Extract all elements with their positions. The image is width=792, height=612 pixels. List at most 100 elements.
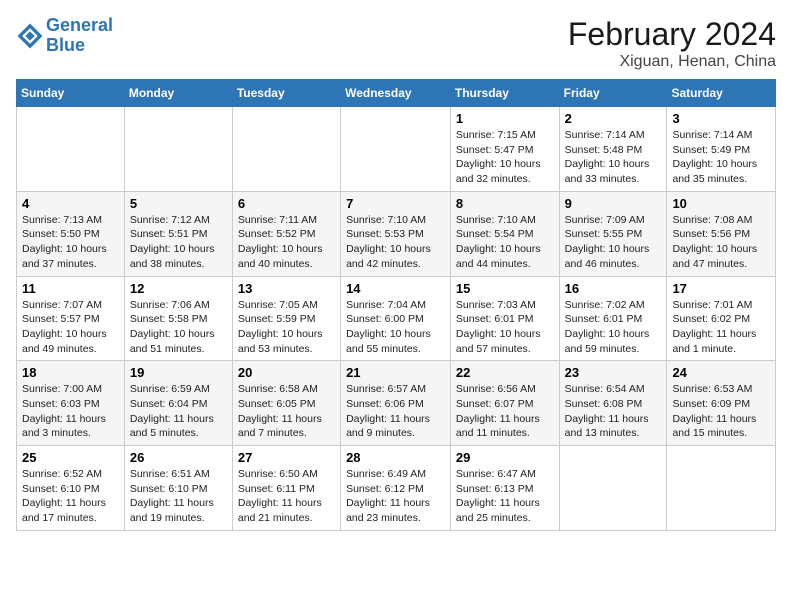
day-number: 22: [456, 365, 554, 380]
calendar-cell: 18 Sunrise: 7:00 AMSunset: 6:03 PMDayligh…: [17, 361, 125, 446]
calendar-cell: 26 Sunrise: 6:51 AMSunset: 6:10 PMDayligh…: [124, 446, 232, 531]
day-number: 27: [238, 450, 335, 465]
day-number: 12: [130, 281, 227, 296]
day-number: 21: [346, 365, 445, 380]
calendar-cell: 4Sunrise: 7:13 AMSunset: 5:50 PMDaylight…: [17, 191, 125, 276]
day-info: Sunrise: 6:47 AMSunset: 6:13 PMDaylight:…: [456, 467, 554, 526]
day-info: Sunrise: 7:05 AMSunset: 5:59 PMDaylight:…: [238, 298, 335, 357]
day-info: Sunrise: 7:10 AMSunset: 5:53 PMDaylight:…: [346, 213, 445, 272]
calendar-table: SundayMondayTuesdayWednesdayThursdayFrid…: [16, 79, 776, 531]
day-number: 19: [130, 365, 227, 380]
logo-general: General: [46, 15, 113, 35]
day-info: Sunrise: 7:10 AMSunset: 5:54 PMDaylight:…: [456, 213, 554, 272]
day-number: 9: [565, 196, 662, 211]
day-info: Sunrise: 7:02 AMSunset: 6:01 PMDaylight:…: [565, 298, 662, 357]
calendar-week-row: 4Sunrise: 7:13 AMSunset: 5:50 PMDaylight…: [17, 191, 776, 276]
day-info: Sunrise: 6:54 AMSunset: 6:08 PMDaylight:…: [565, 382, 662, 441]
day-info: Sunrise: 6:59 AMSunset: 6:04 PMDaylight:…: [130, 382, 227, 441]
calendar-cell: 12 Sunrise: 7:06 AMSunset: 5:58 PMDayligh…: [124, 276, 232, 361]
calendar-week-row: 18 Sunrise: 7:00 AMSunset: 6:03 PMDayligh…: [17, 361, 776, 446]
calendar-week-row: 25 Sunrise: 6:52 AMSunset: 6:10 PMDayligh…: [17, 446, 776, 531]
calendar-cell: 8 Sunrise: 7:10 AMSunset: 5:54 PMDaylight…: [450, 191, 559, 276]
calendar-cell: 21 Sunrise: 6:57 AMSunset: 6:06 PMDayligh…: [341, 361, 451, 446]
day-number: 7: [346, 196, 445, 211]
logo-icon: [16, 22, 44, 50]
location-title: Xiguan, Henan, China: [568, 53, 776, 71]
logo-blue: Blue: [46, 35, 85, 55]
day-info: Sunrise: 6:50 AMSunset: 6:11 PMDaylight:…: [238, 467, 335, 526]
calendar-cell: 6Sunrise: 7:11 AMSunset: 5:52 PMDaylight…: [232, 191, 340, 276]
weekday-header-thursday: Thursday: [450, 80, 559, 107]
day-info: Sunrise: 7:07 AMSunset: 5:57 PMDaylight:…: [22, 298, 119, 357]
day-number: 3: [672, 111, 770, 126]
calendar-cell: 19 Sunrise: 6:59 AMSunset: 6:04 PMDayligh…: [124, 361, 232, 446]
day-info: Sunrise: 6:53 AMSunset: 6:09 PMDaylight:…: [672, 382, 770, 441]
calendar-cell: [232, 107, 340, 192]
day-info: Sunrise: 7:03 AMSunset: 6:01 PMDaylight:…: [456, 298, 554, 357]
page-header: General Blue February 2024 Xiguan, Henan…: [16, 16, 776, 71]
calendar-cell: 13 Sunrise: 7:05 AMSunset: 5:59 PMDayligh…: [232, 276, 340, 361]
title-section: February 2024 Xiguan, Henan, China: [568, 16, 776, 71]
weekday-header-row: SundayMondayTuesdayWednesdayThursdayFrid…: [17, 80, 776, 107]
day-number: 1: [456, 111, 554, 126]
calendar-cell: 14Sunrise: 7:04 AMSunset: 6:00 PMDayligh…: [341, 276, 451, 361]
day-number: 6: [238, 196, 335, 211]
calendar-cell: [124, 107, 232, 192]
calendar-cell: 22Sunrise: 6:56 AMSunset: 6:07 PMDayligh…: [450, 361, 559, 446]
logo: General Blue: [16, 16, 113, 56]
day-number: 23: [565, 365, 662, 380]
weekday-header-monday: Monday: [124, 80, 232, 107]
day-number: 25: [22, 450, 119, 465]
day-info: Sunrise: 6:51 AMSunset: 6:10 PMDaylight:…: [130, 467, 227, 526]
calendar-cell: 15Sunrise: 7:03 AMSunset: 6:01 PMDayligh…: [450, 276, 559, 361]
calendar-cell: 20 Sunrise: 6:58 AMSunset: 6:05 PMDayligh…: [232, 361, 340, 446]
calendar-cell: [559, 446, 667, 531]
calendar-cell: 29 Sunrise: 6:47 AMSunset: 6:13 PMDayligh…: [450, 446, 559, 531]
calendar-cell: [341, 107, 451, 192]
day-info: Sunrise: 7:06 AMSunset: 5:58 PMDaylight:…: [130, 298, 227, 357]
calendar-week-row: 11Sunrise: 7:07 AMSunset: 5:57 PMDayligh…: [17, 276, 776, 361]
day-info: Sunrise: 7:12 AMSunset: 5:51 PMDaylight:…: [130, 213, 227, 272]
calendar-cell: 28 Sunrise: 6:49 AMSunset: 6:12 PMDayligh…: [341, 446, 451, 531]
calendar-cell: 5 Sunrise: 7:12 AMSunset: 5:51 PMDaylight…: [124, 191, 232, 276]
day-number: 28: [346, 450, 445, 465]
calendar-cell: 11Sunrise: 7:07 AMSunset: 5:57 PMDayligh…: [17, 276, 125, 361]
day-number: 18: [22, 365, 119, 380]
day-info: Sunrise: 6:57 AMSunset: 6:06 PMDaylight:…: [346, 382, 445, 441]
weekday-header-sunday: Sunday: [17, 80, 125, 107]
day-info: Sunrise: 6:52 AMSunset: 6:10 PMDaylight:…: [22, 467, 119, 526]
calendar-cell: [17, 107, 125, 192]
calendar-cell: 1 Sunrise: 7:15 AMSunset: 5:47 PMDaylight…: [450, 107, 559, 192]
day-info: Sunrise: 7:15 AMSunset: 5:47 PMDaylight:…: [456, 128, 554, 187]
day-number: 10: [672, 196, 770, 211]
weekday-header-saturday: Saturday: [667, 80, 776, 107]
calendar-cell: 3Sunrise: 7:14 AMSunset: 5:49 PMDaylight…: [667, 107, 776, 192]
calendar-cell: 10Sunrise: 7:08 AMSunset: 5:56 PMDayligh…: [667, 191, 776, 276]
calendar-week-row: 1 Sunrise: 7:15 AMSunset: 5:47 PMDaylight…: [17, 107, 776, 192]
calendar-cell: 24Sunrise: 6:53 AMSunset: 6:09 PMDayligh…: [667, 361, 776, 446]
day-number: 26: [130, 450, 227, 465]
calendar-cell: 27 Sunrise: 6:50 AMSunset: 6:11 PMDayligh…: [232, 446, 340, 531]
calendar-cell: 9Sunrise: 7:09 AMSunset: 5:55 PMDaylight…: [559, 191, 667, 276]
weekday-header-friday: Friday: [559, 80, 667, 107]
day-number: 8: [456, 196, 554, 211]
calendar-cell: 17 Sunrise: 7:01 AMSunset: 6:02 PMDayligh…: [667, 276, 776, 361]
day-number: 29: [456, 450, 554, 465]
day-number: 17: [672, 281, 770, 296]
calendar-cell: 7 Sunrise: 7:10 AMSunset: 5:53 PMDaylight…: [341, 191, 451, 276]
calendar-cell: 2 Sunrise: 7:14 AMSunset: 5:48 PMDaylight…: [559, 107, 667, 192]
day-info: Sunrise: 7:01 AMSunset: 6:02 PMDaylight:…: [672, 298, 770, 357]
day-info: Sunrise: 7:14 AMSunset: 5:48 PMDaylight:…: [565, 128, 662, 187]
day-number: 5: [130, 196, 227, 211]
day-info: Sunrise: 6:49 AMSunset: 6:12 PMDaylight:…: [346, 467, 445, 526]
month-title: February 2024: [568, 16, 776, 53]
calendar-cell: 23 Sunrise: 6:54 AMSunset: 6:08 PMDayligh…: [559, 361, 667, 446]
day-number: 20: [238, 365, 335, 380]
day-number: 2: [565, 111, 662, 126]
day-info: Sunrise: 7:13 AMSunset: 5:50 PMDaylight:…: [22, 213, 119, 272]
day-info: Sunrise: 7:00 AMSunset: 6:03 PMDaylight:…: [22, 382, 119, 441]
weekday-header-wednesday: Wednesday: [341, 80, 451, 107]
day-number: 13: [238, 281, 335, 296]
day-info: Sunrise: 6:58 AMSunset: 6:05 PMDaylight:…: [238, 382, 335, 441]
calendar-cell: 16Sunrise: 7:02 AMSunset: 6:01 PMDayligh…: [559, 276, 667, 361]
